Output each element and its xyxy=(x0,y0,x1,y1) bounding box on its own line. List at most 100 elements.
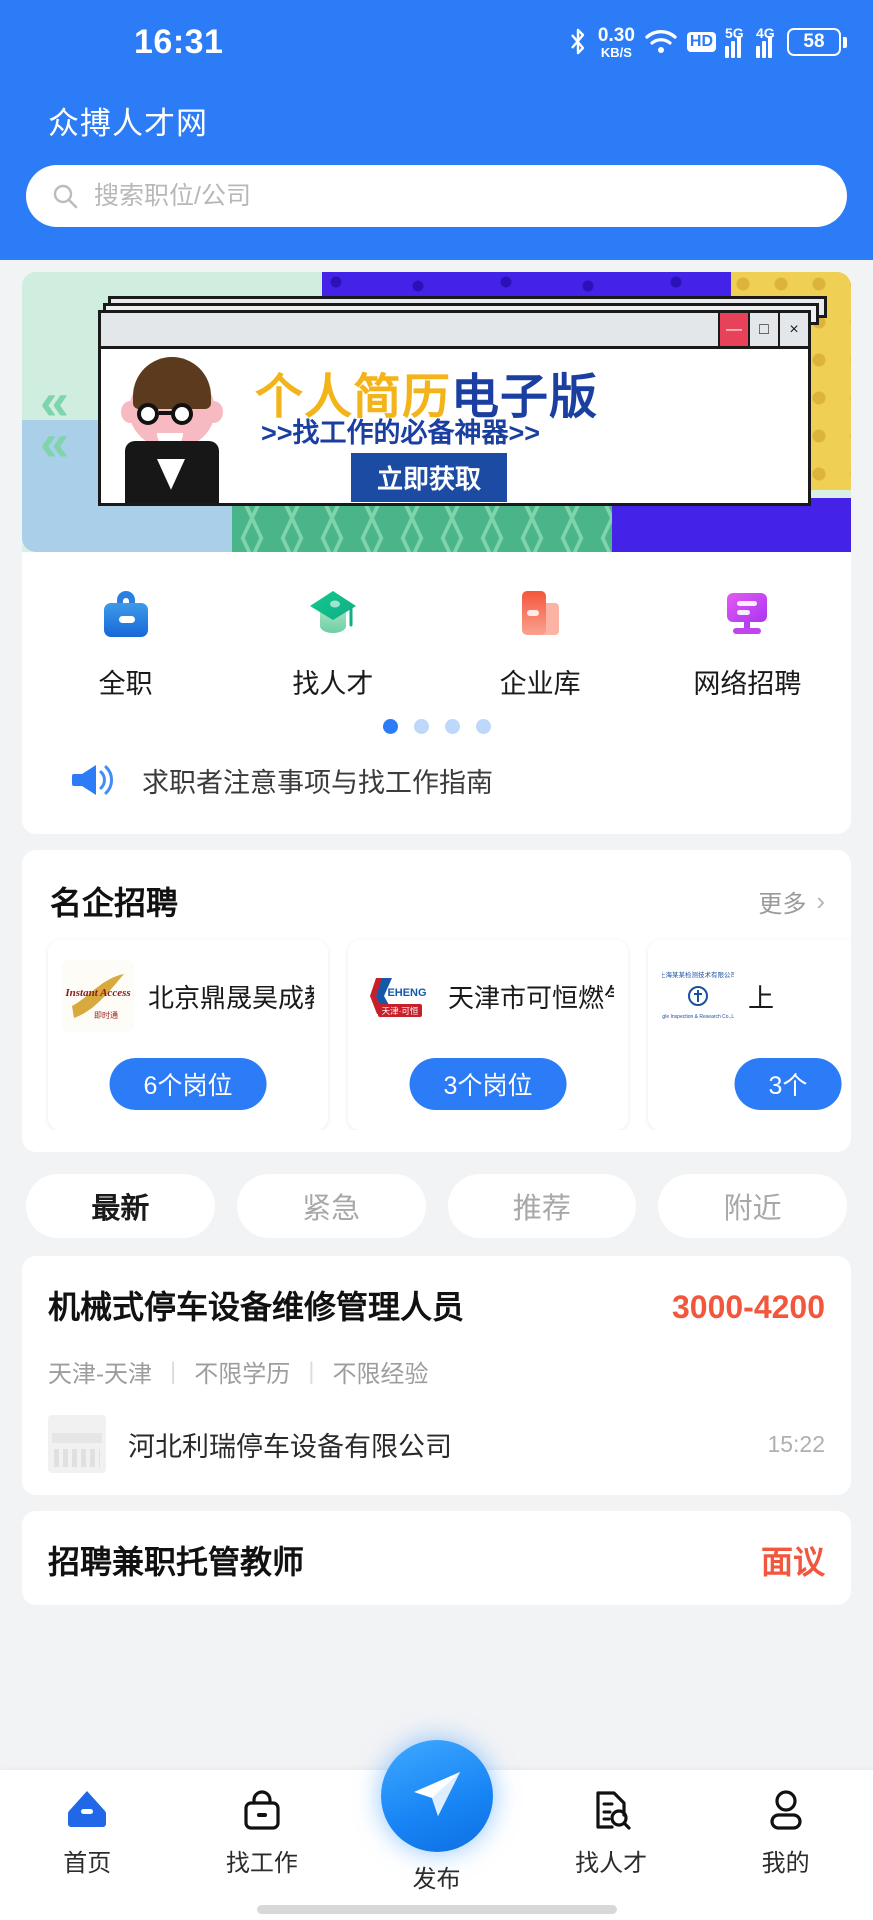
carousel-dot[interactable] xyxy=(476,719,491,734)
tab-mine[interactable]: 我的 xyxy=(698,1770,873,1920)
category-item-company-library[interactable]: 企业库 xyxy=(437,582,644,701)
category-label: 找人才 xyxy=(292,662,373,701)
tab-label-publish: 发布 xyxy=(413,1859,461,1894)
banner-window-content: 个人简历电子版 >>找工作的必备神器>> 立即获取 xyxy=(101,349,808,503)
page-title: 众搏人才网 xyxy=(0,84,873,143)
carousel-dot[interactable] xyxy=(414,719,429,734)
company-card[interactable]: Instant Access 即时通 北京鼎晟昊成教育 6个岗位 xyxy=(48,940,328,1130)
search-bar[interactable] xyxy=(26,165,847,227)
job-header-row: 招聘兼职托管教师 面议 xyxy=(48,1537,825,1583)
job-education: 不限学历 xyxy=(194,1354,290,1389)
company-card-icon xyxy=(509,582,571,644)
filter-tab-recommended[interactable]: 推荐 xyxy=(448,1174,637,1238)
filter-tabs: 最新 紧急 推荐 附近 xyxy=(0,1168,873,1256)
tab-home[interactable]: 首页 xyxy=(0,1770,175,1920)
meta-divider: | xyxy=(170,1358,176,1386)
briefcase-icon xyxy=(95,582,157,644)
carousel-dots[interactable] xyxy=(22,709,851,740)
sim2-gen-label: 4G xyxy=(756,25,775,41)
notice-bar[interactable]: 求职者注意事项与找工作指南 xyxy=(22,740,851,824)
job-location: 天津-天津 xyxy=(48,1354,152,1389)
window-minimize-icon: — xyxy=(718,313,748,346)
company-name: 北京鼎晟昊成教育 xyxy=(148,978,314,1015)
resume-search-icon xyxy=(588,1787,634,1833)
status-bar-clock: 16:31 xyxy=(134,23,223,62)
company-jobs-button[interactable]: 6个岗位 xyxy=(110,1058,267,1110)
window-close-icon: × xyxy=(778,313,808,346)
svg-text:即时通: 即时通 xyxy=(94,1010,118,1020)
signal-4g-icon: 4G xyxy=(756,26,778,58)
chevron-right-icon: › xyxy=(816,886,825,917)
banner-person-illustration xyxy=(119,353,225,503)
featured-companies-header: 名企招聘 更多 › xyxy=(22,850,851,934)
svg-text:EHENG: EHENG xyxy=(387,987,426,999)
battery-icon: 58 xyxy=(787,28,847,56)
company-card-top: EHENG 天津·可恒 天津市可恒燃气设 xyxy=(348,960,628,1032)
section-title: 名企招聘 xyxy=(50,878,178,924)
company-jobs-button[interactable]: 3个 xyxy=(735,1058,842,1110)
company-jobs-button[interactable]: 3个岗位 xyxy=(410,1058,567,1110)
tab-label: 找工作 xyxy=(226,1843,298,1878)
meta-divider: | xyxy=(308,1358,314,1386)
signal-5g-icon: 5G xyxy=(725,26,747,58)
battery-percent: 58 xyxy=(787,28,841,56)
company-card-top: 上海某某检测技术有限公司 Eagle Inspection & Research… xyxy=(648,960,851,1032)
carousel-dot[interactable] xyxy=(383,719,398,734)
banner-window: — □ × 个人简历电 xyxy=(98,310,811,506)
sim1-gen-label: 5G xyxy=(725,25,744,41)
job-salary: 面议 xyxy=(761,1537,825,1583)
filter-tab-urgent[interactable]: 紧急 xyxy=(237,1174,426,1238)
category-grid: 全职 xyxy=(22,552,851,709)
job-header-row: 机械式停车设备维修管理人员 3000-4200 xyxy=(48,1282,825,1328)
promo-banner[interactable]: «« — □ × xyxy=(22,272,851,552)
banner-chevron-decor: «« xyxy=(40,382,69,463)
megaphone-icon xyxy=(70,760,116,800)
person-icon xyxy=(763,1787,809,1833)
featured-companies-list[interactable]: Instant Access 即时通 北京鼎晟昊成教育 6个岗位 xyxy=(22,934,851,1130)
wifi-icon xyxy=(644,28,678,56)
bag-icon xyxy=(239,1787,285,1833)
banner-subtitle: >>找工作的必备神器>> xyxy=(261,411,540,450)
category-label: 企业库 xyxy=(500,662,581,701)
job-list-item[interactable]: 机械式停车设备维修管理人员 3000-4200 天津-天津 | 不限学历 | 不… xyxy=(22,1256,851,1495)
carousel-dot[interactable] xyxy=(445,719,460,734)
app-root: 16:31 0.30 KB/S HD xyxy=(0,0,873,1920)
category-label: 网络招聘 xyxy=(693,662,801,701)
job-title: 招聘兼职托管教师 xyxy=(48,1537,304,1583)
tab-find-talent[interactable]: 找人才 xyxy=(524,1770,699,1920)
company-card[interactable]: 上海某某检测技术有限公司 Eagle Inspection & Research… xyxy=(648,940,851,1130)
job-list-item[interactable]: 招聘兼职托管教师 面议 xyxy=(22,1511,851,1605)
notice-text: 求职者注意事项与找工作指南 xyxy=(142,761,493,800)
battery-nub xyxy=(843,37,847,48)
bluetooth-icon xyxy=(567,27,589,57)
more-button[interactable]: 更多 › xyxy=(758,884,825,919)
filter-tab-latest[interactable]: 最新 xyxy=(26,1174,215,1238)
banner-cta-button[interactable]: 立即获取 xyxy=(351,453,507,502)
job-meta-row: 天津-天津 | 不限学历 | 不限经验 xyxy=(48,1354,825,1389)
graduation-cap-icon xyxy=(302,582,364,644)
company-logo: Instant Access 即时通 xyxy=(62,960,134,1032)
filter-tab-nearby[interactable]: 附近 xyxy=(658,1174,847,1238)
publish-fab-button[interactable] xyxy=(381,1740,493,1852)
search-icon xyxy=(52,183,78,209)
send-icon xyxy=(408,1765,466,1828)
svg-text:Eagle Inspection & Research Co: Eagle Inspection & Research Co.,Ltd. xyxy=(662,1014,734,1020)
search-input[interactable] xyxy=(94,182,821,211)
tab-label: 首页 xyxy=(63,1843,111,1878)
company-logo: 上海某某检测技术有限公司 Eagle Inspection & Research… xyxy=(662,960,734,1032)
company-card-top: Instant Access 即时通 北京鼎晟昊成教育 xyxy=(48,960,328,1032)
company-logo xyxy=(48,1415,106,1473)
network-speed-value: 0.30 xyxy=(598,26,635,45)
category-item-online-recruit[interactable]: 网络招聘 xyxy=(644,582,851,701)
banner-window-titlebar: — □ × xyxy=(101,313,808,349)
tab-find-job[interactable]: 找工作 xyxy=(175,1770,350,1920)
company-logo: EHENG 天津·可恒 xyxy=(362,960,434,1032)
job-company-row: 河北利瑞停车设备有限公司 15:22 xyxy=(48,1415,825,1473)
home-indicator xyxy=(257,1905,617,1914)
app-header: 16:31 0.30 KB/S HD xyxy=(0,0,873,260)
scroll-body[interactable]: «« — □ × xyxy=(0,260,873,1920)
job-experience: 不限经验 xyxy=(332,1354,428,1389)
category-item-fulltime[interactable]: 全职 xyxy=(22,582,229,701)
category-item-find-talent[interactable]: 找人才 xyxy=(229,582,436,701)
company-card[interactable]: EHENG 天津·可恒 天津市可恒燃气设 3个岗位 xyxy=(348,940,628,1130)
